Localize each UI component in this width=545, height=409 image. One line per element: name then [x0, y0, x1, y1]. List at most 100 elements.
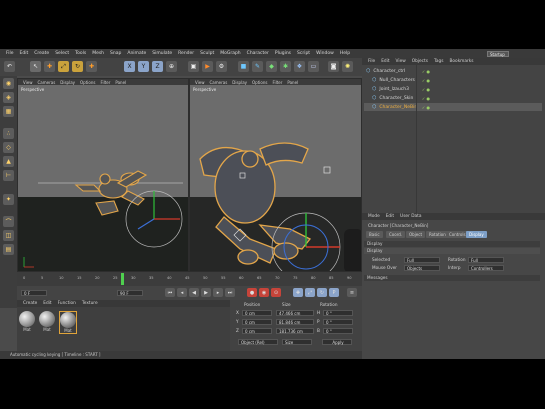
- viewport-right[interactable]: View Cameras Display Options Filter Panel Per…: [189, 78, 362, 272]
- attribute-tab[interactable]: Basic: [366, 231, 383, 238]
- snap-icon[interactable]: ⌒: [3, 216, 14, 227]
- messages-header[interactable]: Messages: [364, 275, 540, 281]
- position-field[interactable]: 0 cm: [242, 319, 272, 325]
- deformer-icon[interactable]: ❖: [294, 61, 305, 72]
- viewport-left[interactable]: View Cameras Display Options Filter Panel Per…: [17, 78, 189, 272]
- object-row[interactable]: ⬡ Character_Skin ✓ ●: [364, 94, 542, 102]
- timeline-ruler[interactable]: 0 5 10 15 20 25 30 35 40 45 50 55 60 65 70 75 80 85 90: [17, 272, 362, 286]
- key-scale-icon[interactable]: ⤢: [305, 288, 315, 297]
- menu-item[interactable]: Simulate: [152, 51, 172, 56]
- menu-item[interactable]: Script: [297, 51, 310, 56]
- object-menu-item[interactable]: View: [396, 59, 406, 64]
- render-view-icon[interactable]: ▣: [188, 61, 199, 72]
- keyframe-selection-icon[interactable]: ⊙: [271, 288, 281, 297]
- object-menu-item[interactable]: Bookmarks: [449, 59, 473, 64]
- polygons-mode-icon[interactable]: ▲: [3, 156, 14, 167]
- menu-item[interactable]: Tools: [75, 51, 86, 56]
- attribute-tab[interactable]: Object: [406, 231, 426, 238]
- scale-icon[interactable]: ⤢: [58, 61, 69, 72]
- texture-mode-icon[interactable]: ▦: [3, 106, 14, 117]
- apply-button[interactable]: Apply: [322, 339, 352, 345]
- x-axis-icon[interactable]: X: [124, 61, 135, 72]
- floor-icon[interactable]: ▭: [308, 61, 319, 72]
- object-menu-item[interactable]: File: [368, 59, 375, 64]
- goto-start-icon[interactable]: ⏮: [165, 288, 175, 297]
- attribute-dropdown[interactable]: Objects: [404, 265, 440, 271]
- edit-render-settings-icon[interactable]: ⚙: [216, 61, 227, 72]
- live-select-icon[interactable]: ↖: [30, 61, 41, 72]
- object-row[interactable]: ⬡ Character_ctrl ✓ ●: [364, 67, 542, 75]
- pen-icon[interactable]: ✎: [252, 61, 263, 72]
- recent-tool-icon[interactable]: ✚: [86, 61, 97, 72]
- timeline-menu-icon[interactable]: ≡: [347, 288, 357, 297]
- menu-item[interactable]: Render: [178, 51, 194, 56]
- end-frame-field[interactable]: 90 F: [117, 290, 143, 296]
- menu-item[interactable]: Edit: [20, 51, 29, 56]
- rotation-field[interactable]: 0 °: [323, 328, 353, 334]
- material-menu-item[interactable]: Texture: [82, 301, 98, 306]
- material-menu-item[interactable]: Create: [23, 301, 37, 306]
- attribute-menu-item[interactable]: User Data: [400, 214, 421, 219]
- menu-item[interactable]: Create: [34, 51, 49, 56]
- prev-key-icon[interactable]: ◂: [177, 288, 187, 297]
- layout-select[interactable]: Startup: [487, 51, 509, 57]
- menu-item[interactable]: Plugins: [275, 51, 291, 56]
- menu-item[interactable]: File: [6, 51, 14, 56]
- start-frame-field[interactable]: 0 F: [21, 290, 47, 296]
- attribute-dropdown[interactable]: Controllers: [468, 265, 504, 271]
- model-mode-icon[interactable]: ◈: [3, 92, 14, 103]
- tweak-icon[interactable]: ✦: [3, 194, 14, 205]
- size-mode-select[interactable]: Size: [282, 339, 312, 345]
- next-key-icon[interactable]: ▸: [213, 288, 223, 297]
- menu-item[interactable]: Mesh: [92, 51, 104, 56]
- play-backward-icon[interactable]: ◀: [189, 288, 199, 297]
- play-forward-icon[interactable]: ▶: [201, 288, 211, 297]
- move-icon[interactable]: ✚: [44, 61, 55, 72]
- attribute-dropdown[interactable]: Full: [404, 257, 440, 263]
- rotate-icon[interactable]: ↻: [72, 61, 83, 72]
- coord-mode-select[interactable]: Object (Rel): [238, 339, 278, 345]
- material-slot[interactable]: Mat: [19, 311, 35, 332]
- menu-item[interactable]: Select: [55, 51, 69, 56]
- menu-item[interactable]: Sculpt: [200, 51, 214, 56]
- object-row[interactable]: ⬡ Character_NeBin ✓ ●: [364, 103, 542, 111]
- object-row[interactable]: ⬡ Null_Characters ✓ ●: [364, 76, 542, 84]
- camera-icon[interactable]: ◙: [328, 61, 339, 72]
- undo-icon[interactable]: ↶: [4, 61, 15, 72]
- size-field[interactable]: 81.846 cm: [276, 319, 314, 325]
- render-picture-icon[interactable]: ▶: [202, 61, 213, 72]
- key-param-icon[interactable]: P: [329, 288, 339, 297]
- record-icon[interactable]: ●: [247, 288, 257, 297]
- menu-item[interactable]: Animate: [127, 51, 146, 56]
- object-row[interactable]: ⬡ Joint_lzauch3 ✓ ●: [364, 85, 542, 93]
- material-menu-item[interactable]: Function: [58, 301, 76, 306]
- rotation-field[interactable]: 0 °: [323, 310, 353, 316]
- size-field[interactable]: 181.736 cm: [276, 328, 314, 334]
- attribute-tab[interactable]: Coord.: [386, 231, 406, 238]
- attribute-menu-item[interactable]: Mode: [368, 214, 380, 219]
- object-menu-item[interactable]: Objects: [412, 59, 428, 64]
- cube-icon[interactable]: ■: [238, 61, 249, 72]
- menu-item[interactable]: MoGraph: [220, 51, 240, 56]
- object-menu-item[interactable]: Tags: [434, 59, 444, 64]
- position-field[interactable]: 0 cm: [242, 328, 272, 334]
- enable-axis-icon[interactable]: ⊢: [3, 170, 14, 181]
- material-slot-selected[interactable]: Mat: [59, 311, 77, 334]
- y-axis-icon[interactable]: Y: [138, 61, 149, 72]
- menu-item[interactable]: Help: [340, 51, 350, 56]
- rotation-field[interactable]: 0 °: [323, 319, 353, 325]
- subsection-header[interactable]: Display: [364, 248, 540, 254]
- subdivision-icon[interactable]: ◆: [266, 61, 277, 72]
- playhead[interactable]: [121, 273, 124, 285]
- menu-item[interactable]: Window: [316, 51, 334, 56]
- size-field[interactable]: 47.466 cm: [276, 310, 314, 316]
- material-slot[interactable]: Mat: [39, 311, 55, 332]
- key-rotation-icon[interactable]: ↻: [317, 288, 327, 297]
- autokey-icon[interactable]: ◉: [259, 288, 269, 297]
- make-editable-icon[interactable]: ◉: [3, 78, 14, 89]
- edges-mode-icon[interactable]: ◇: [3, 142, 14, 153]
- menu-item[interactable]: Snap: [110, 51, 121, 56]
- lock-icon[interactable]: ▤: [3, 244, 14, 255]
- points-mode-icon[interactable]: ∴: [3, 128, 14, 139]
- array-icon[interactable]: ✱: [280, 61, 291, 72]
